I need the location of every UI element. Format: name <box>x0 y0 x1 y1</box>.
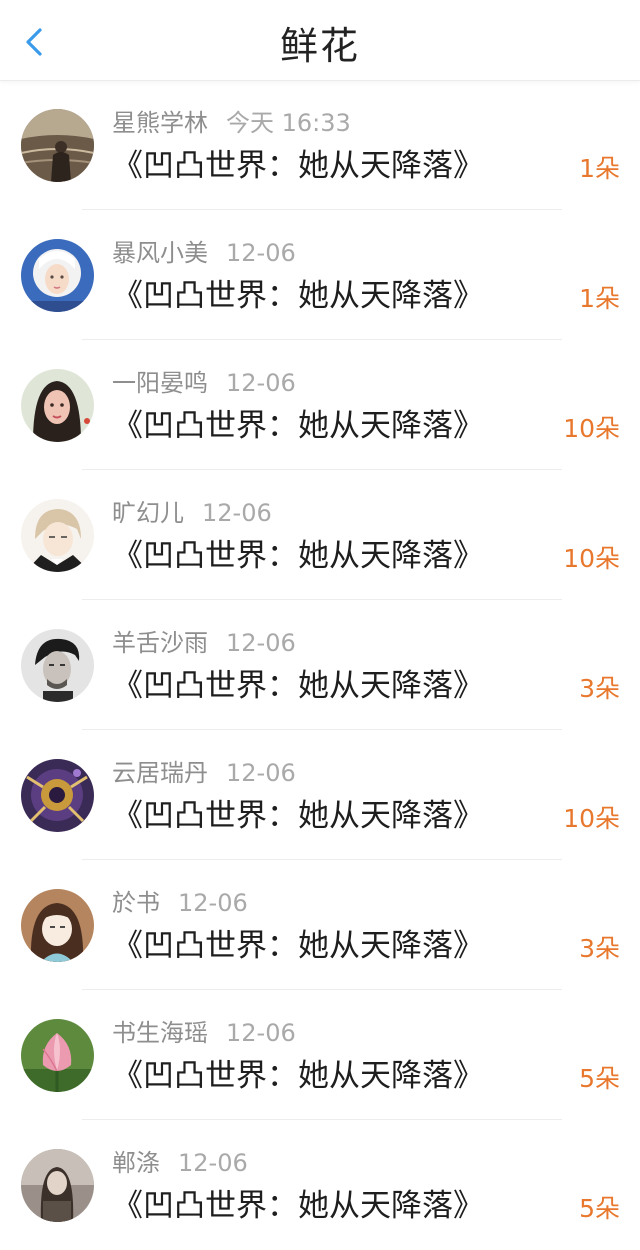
avatar[interactable] <box>21 889 94 962</box>
book-title: 《凹凸世界：她从天降落》 <box>112 928 484 964</box>
flower-count: 1朵 <box>579 284 620 313</box>
timestamp: 12-06 <box>226 239 296 267</box>
flower-count: 1朵 <box>579 154 620 183</box>
avatar[interactable] <box>21 499 94 572</box>
user-name: 於书 <box>112 889 160 917</box>
timestamp: 12-06 <box>178 889 248 917</box>
list-item[interactable]: 旷幻儿 12-06 《凹凸世界：她从天降落》 10朵 <box>0 470 640 600</box>
user-name-line: 星熊学林 今天 16:33 <box>112 107 351 139</box>
user-name: 云居瑞丹 <box>112 759 208 787</box>
flower-count: 5朵 <box>579 1064 620 1093</box>
user-name-line: 一阳晏鸣 12-06 <box>112 367 296 399</box>
user-name-line: 於书 12-06 <box>112 887 248 919</box>
timestamp: 今天 16:33 <box>226 109 351 137</box>
user-name: 一阳晏鸣 <box>112 369 208 397</box>
user-name-line: 羊舌沙雨 12-06 <box>112 627 296 659</box>
avatar[interactable] <box>21 239 94 312</box>
avatar[interactable] <box>21 759 94 832</box>
timestamp: 12-06 <box>226 629 296 657</box>
user-name-line: 书生海瑶 12-06 <box>112 1017 296 1049</box>
user-name: 书生海瑶 <box>112 1019 208 1047</box>
avatar[interactable] <box>21 629 94 702</box>
user-name: 星熊学林 <box>112 109 208 137</box>
user-name-line: 郸涤 12-06 <box>112 1147 248 1179</box>
flower-count: 3朵 <box>579 934 620 963</box>
user-name-line: 暴风小美 12-06 <box>112 237 296 269</box>
flower-list: 星熊学林 今天 16:33 《凹凸世界：她从天降落》 1朵 暴风小美 12-06 《… <box>0 80 640 1250</box>
list-item[interactable]: 云居瑞丹 12-06 《凹凸世界：她从天降落》 10朵 <box>0 730 640 860</box>
book-title: 《凹凸世界：她从天降落》 <box>112 538 484 574</box>
book-title: 《凹凸世界：她从天降落》 <box>112 278 484 314</box>
avatar[interactable] <box>21 1149 94 1222</box>
user-name: 郸涤 <box>112 1149 160 1177</box>
book-title: 《凹凸世界：她从天降落》 <box>112 1058 484 1094</box>
timestamp: 12-06 <box>178 1149 248 1177</box>
flower-count: 3朵 <box>579 674 620 703</box>
avatar[interactable] <box>21 109 94 182</box>
list-item[interactable]: 一阳晏鸣 12-06 《凹凸世界：她从天降落》 10朵 <box>0 340 640 470</box>
flower-count: 10朵 <box>563 804 620 833</box>
user-name-line: 云居瑞丹 12-06 <box>112 757 296 789</box>
user-name-line: 旷幻儿 12-06 <box>112 497 272 529</box>
timestamp: 12-06 <box>202 499 272 527</box>
book-title: 《凹凸世界：她从天降落》 <box>112 408 484 444</box>
user-name: 暴风小美 <box>112 239 208 267</box>
list-item[interactable]: 於书 12-06 《凹凸世界：她从天降落》 3朵 <box>0 860 640 990</box>
top-bar: 鲜花 <box>0 0 640 81</box>
timestamp: 12-06 <box>226 1019 296 1047</box>
timestamp: 12-06 <box>226 369 296 397</box>
flower-count: 10朵 <box>563 414 620 443</box>
list-item[interactable]: 羊舌沙雨 12-06 《凹凸世界：她从天降落》 3朵 <box>0 600 640 730</box>
list-item[interactable]: 书生海瑶 12-06 《凹凸世界：她从天降落》 5朵 <box>0 990 640 1120</box>
page-title: 鲜花 <box>279 24 360 68</box>
list-item[interactable]: 郸涤 12-06 《凹凸世界：她从天降落》 5朵 <box>0 1120 640 1250</box>
avatar[interactable] <box>21 369 94 442</box>
book-title: 《凹凸世界：她从天降落》 <box>112 1188 484 1224</box>
list-item[interactable]: 暴风小美 12-06 《凹凸世界：她从天降落》 1朵 <box>0 210 640 340</box>
timestamp: 12-06 <box>226 759 296 787</box>
user-name: 旷幻儿 <box>112 499 184 527</box>
avatar[interactable] <box>21 1019 94 1092</box>
book-title: 《凹凸世界：她从天降落》 <box>112 668 484 704</box>
user-name: 羊舌沙雨 <box>112 629 208 657</box>
flower-count: 10朵 <box>563 544 620 573</box>
book-title: 《凹凸世界：她从天降落》 <box>112 148 484 184</box>
list-item[interactable]: 星熊学林 今天 16:33 《凹凸世界：她从天降落》 1朵 <box>0 80 640 210</box>
book-title: 《凹凸世界：她从天降落》 <box>112 798 484 834</box>
